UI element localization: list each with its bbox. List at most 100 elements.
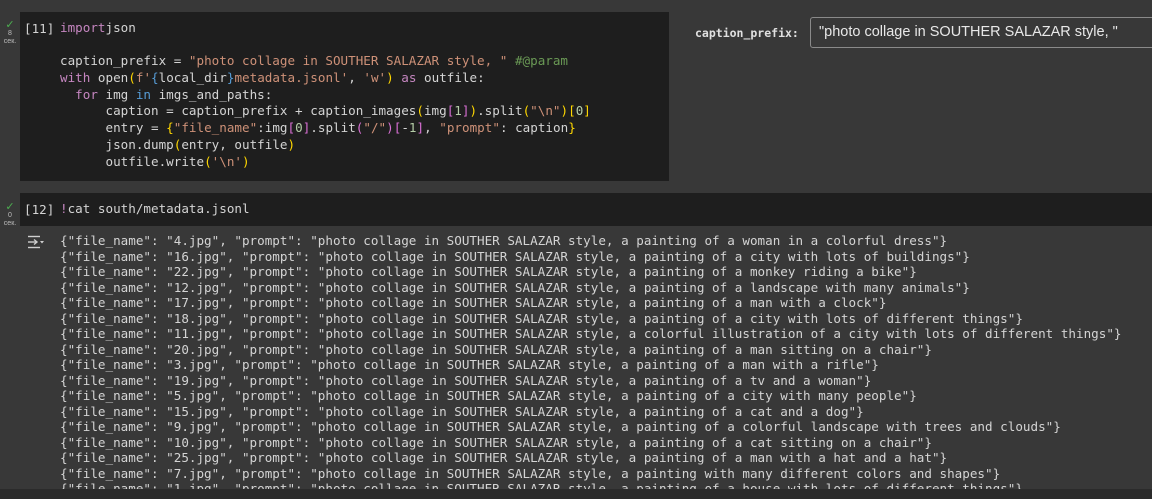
- code-token: .split: [310, 120, 356, 136]
- code-line: with open(f'{local_dir}metadata.jsonl', …: [60, 70, 591, 87]
- code-token: json: [105, 20, 136, 35]
- code-token: 1: [454, 103, 462, 119]
- code-token: [: [287, 120, 296, 136]
- output-line: {"file_name": "18.jpg", "prompt": "photo…: [60, 310, 1023, 326]
- code-token: (: [128, 70, 136, 86]
- code-line: outfile.write('\n'): [60, 154, 591, 171]
- code-token: ): [469, 103, 478, 119]
- run-time-value: 0: [8, 212, 12, 219]
- code-token: (: [416, 103, 424, 119]
- code-line: caption_prefix = "photo collage in SOUTH…: [60, 53, 591, 70]
- code-token: caption = caption_prefix + caption_image…: [60, 103, 417, 119]
- code-line: caption = caption_prefix + caption_image…: [60, 103, 591, 120]
- code-line: for img in imgs_and_paths:: [60, 87, 591, 104]
- output-actions-icon[interactable]: [27, 235, 45, 249]
- code-token: : caption: [499, 120, 569, 136]
- code-token: "photo collage in SOUTHER SALAZAR style,…: [188, 53, 508, 69]
- code-token: in: [135, 86, 152, 102]
- code-token: outfile:: [416, 70, 485, 86]
- code-token: ]: [583, 103, 591, 119]
- output-line: {"file_name": "10.jpg", "prompt": "photo…: [60, 434, 932, 450]
- code-editor[interactable]: !cat south/metadata.jsonl: [60, 201, 250, 218]
- code-token: caption_prefix =: [60, 53, 189, 69]
- code-token: cat south/metadata.jsonl: [67, 201, 250, 216]
- cell-12-status[interactable]: ✓ 0 сек.: [0, 202, 20, 228]
- code-token: with: [60, 70, 91, 86]
- code-token: {: [151, 70, 159, 86]
- output-line: {"file_name": "15.jpg", "prompt": "photo…: [60, 403, 864, 419]
- execution-count: [12]: [24, 202, 55, 217]
- notebook-top-edge: [0, 0, 1152, 10]
- code-token: "file_name": [173, 120, 258, 136]
- code-editor[interactable]: importjson caption_prefix = "photo collag…: [60, 20, 591, 170]
- output-line: {"file_name": "5.jpg", "prompt": "photo …: [60, 388, 917, 403]
- output-line: {"file_name": "11.jpg", "prompt": "photo…: [60, 326, 1122, 341]
- run-time-unit: сек.: [3, 220, 17, 227]
- output-line: {"file_name": "16.jpg", "prompt": "photo…: [60, 248, 970, 264]
- caption-prefix-input[interactable]: "photo collage in SOUTHER SALAZAR style,…: [810, 17, 1152, 48]
- code-token: #@param: [507, 53, 569, 69]
- code-token: !: [60, 201, 68, 216]
- run-time-value: 8: [8, 30, 12, 37]
- code-line: !cat south/metadata.jsonl: [60, 201, 250, 218]
- output-line: {"file_name": "4.jpg", "prompt": "photo …: [60, 233, 948, 248]
- code-token: outfile.write: [60, 153, 205, 169]
- check-icon: ✓: [5, 19, 15, 31]
- code-token: metadata.jsonl': [234, 70, 349, 86]
- output-line: {"file_name": "19.jpg", "prompt": "photo…: [60, 372, 872, 388]
- code-cell-12[interactable]: [12] !cat south/metadata.jsonl: [20, 193, 1152, 226]
- code-token: ): [560, 103, 569, 119]
- code-token: ): [242, 153, 250, 169]
- code-token: import: [60, 20, 106, 35]
- output-line: {"file_name": "17.jpg", "prompt": "photo…: [60, 295, 887, 310]
- code-token: "\n": [530, 103, 561, 119]
- code-token: f': [135, 70, 152, 86]
- code-token: [: [568, 103, 576, 119]
- code-token: ,: [348, 70, 364, 86]
- code-line: json.dump(entry, outfile): [60, 137, 591, 154]
- code-token: img: [97, 86, 136, 102]
- horizontal-scrollbar[interactable]: [0, 489, 1152, 499]
- code-token: local_dir: [158, 70, 227, 86]
- code-token: ): [386, 120, 394, 136]
- code-cell-11[interactable]: [11] importjson caption_prefix = "photo c…: [20, 12, 669, 181]
- code-line: importjson: [60, 20, 591, 37]
- code-token: '\n': [211, 153, 242, 169]
- output-line: {"file_name": "12.jpg", "prompt": "photo…: [60, 279, 970, 295]
- execution-count: [11]: [24, 21, 55, 36]
- cell-output: {"file_name": "4.jpg", "prompt": "photo …: [60, 233, 1122, 497]
- code-token: ]: [416, 120, 425, 136]
- code-token: 'w': [363, 70, 387, 86]
- code-token: 1: [408, 120, 417, 136]
- output-line: {"file_name": "20.jpg", "prompt": "photo…: [60, 341, 932, 357]
- code-token: .split: [477, 103, 523, 119]
- code-token: imgs_and_paths:: [151, 86, 273, 102]
- code-token: }: [568, 120, 576, 136]
- code-token: :img: [257, 120, 288, 136]
- code-token: entry, outfile: [181, 136, 288, 152]
- run-time-unit: сек.: [3, 38, 17, 45]
- code-token: open: [90, 70, 129, 86]
- code-token: "prompt": [439, 120, 500, 136]
- code-token: for: [75, 86, 98, 102]
- code-token: entry =: [60, 120, 167, 136]
- code-token: {: [166, 120, 174, 136]
- output-line: {"file_name": "25.jpg", "prompt": "photo…: [60, 450, 948, 465]
- code-token: ): [287, 136, 296, 152]
- cell-11-status[interactable]: ✓ 8 сек.: [0, 20, 20, 46]
- check-icon: ✓: [5, 201, 15, 213]
- output-line: {"file_name": "9.jpg", "prompt": "photo …: [60, 419, 1061, 434]
- code-token: 0: [295, 120, 303, 136]
- code-token: (: [204, 153, 212, 169]
- code-token: "/": [363, 120, 387, 136]
- output-line: {"file_name": "3.jpg", "prompt": "photo …: [60, 357, 879, 372]
- code-line: entry = {"file_name":img[0].split("/")[-…: [60, 120, 591, 137]
- code-token: img: [423, 103, 447, 119]
- code-token: as: [393, 70, 417, 86]
- form-param-label: caption_prefix:: [695, 26, 799, 40]
- code-token: json.dump: [60, 136, 174, 152]
- code-token: ,: [424, 120, 440, 136]
- output-line: {"file_name": "22.jpg", "prompt": "photo…: [60, 264, 917, 279]
